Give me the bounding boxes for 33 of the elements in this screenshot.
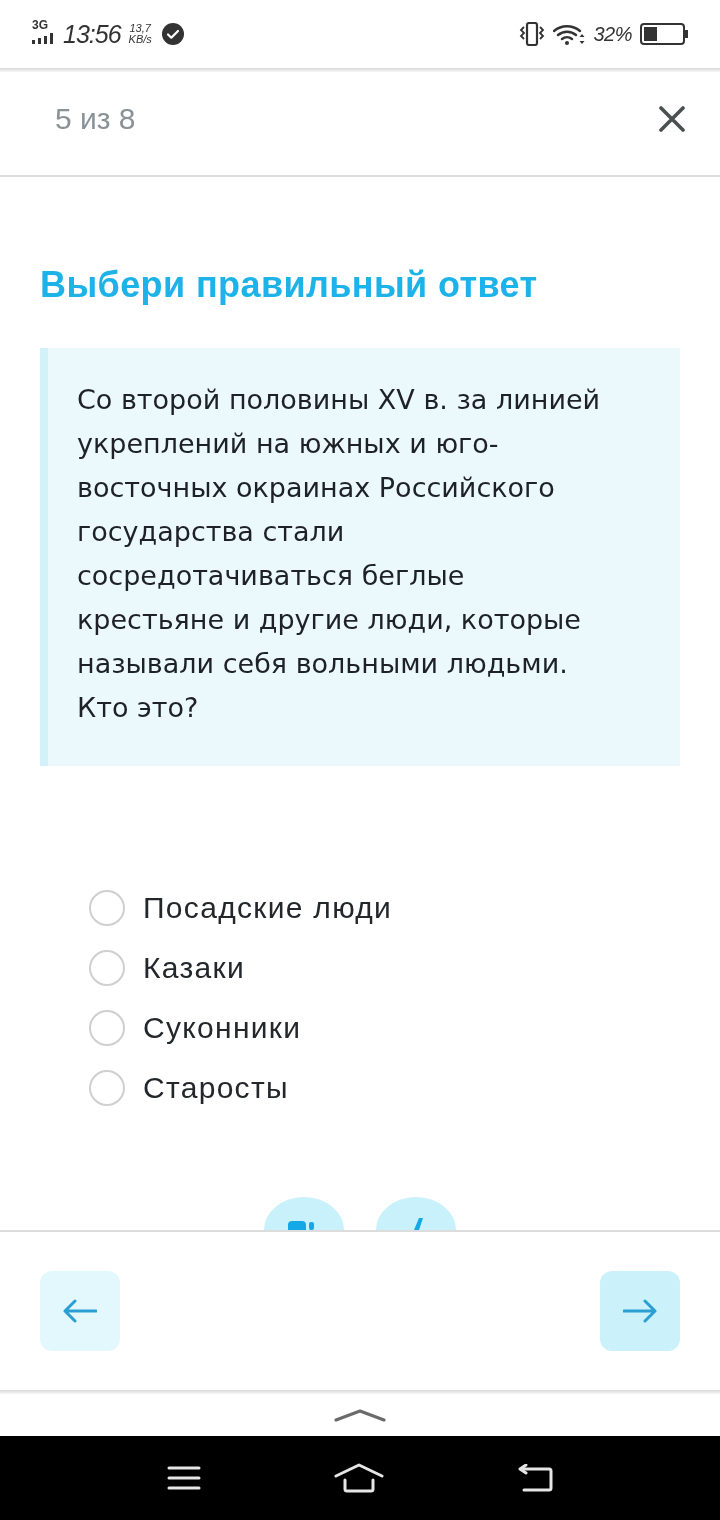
- chevron-up-icon[interactable]: [334, 1408, 386, 1422]
- network-type: 3G: [32, 18, 48, 31]
- question-counter: 5 из 8: [55, 101, 136, 136]
- wifi-icon: [553, 23, 586, 45]
- signal-icon: [32, 32, 54, 44]
- clock-time: 13:56: [63, 19, 121, 49]
- menu-icon[interactable]: [166, 1465, 201, 1491]
- answer-option[interactable]: Старосты: [143, 1071, 289, 1105]
- answer-option[interactable]: Посадские люди: [143, 891, 393, 925]
- task-title: Выбери правильный ответ: [40, 263, 539, 307]
- answer-option[interactable]: Суконники: [143, 1011, 302, 1045]
- home-icon[interactable]: [334, 1463, 384, 1493]
- arrow-right-icon: [623, 1299, 657, 1323]
- radio-button[interactable]: [89, 890, 125, 926]
- back-icon[interactable]: [517, 1464, 554, 1492]
- close-button[interactable]: [659, 105, 685, 132]
- radio-button[interactable]: [89, 1070, 125, 1106]
- check-circle-icon: [161, 23, 184, 45]
- speed-unit: KB/s: [128, 34, 152, 45]
- radio-button[interactable]: [89, 950, 125, 986]
- question-text: Со второй половины XV в. за линией укреплений на южных и юго-восточных окраинах Российского государства стали сосредотачиваться беглые крестьяне и другие люди, которые называли себя вольными людьми. Кто это?: [77, 383, 602, 725]
- battery-percent: 32%: [593, 22, 632, 46]
- arrow-left-icon: [63, 1299, 97, 1323]
- radio-button[interactable]: [89, 1010, 125, 1046]
- back-button[interactable]: [40, 1271, 120, 1351]
- network-speed: 13,7: [129, 23, 151, 34]
- partial-icon: [288, 1221, 314, 1230]
- vibrate-icon: [519, 22, 546, 46]
- partial-icon: [413, 1218, 423, 1230]
- next-button[interactable]: [600, 1271, 680, 1351]
- battery-icon: [640, 23, 688, 45]
- close-icon: [659, 105, 685, 132]
- answer-option[interactable]: Казаки: [143, 951, 245, 985]
